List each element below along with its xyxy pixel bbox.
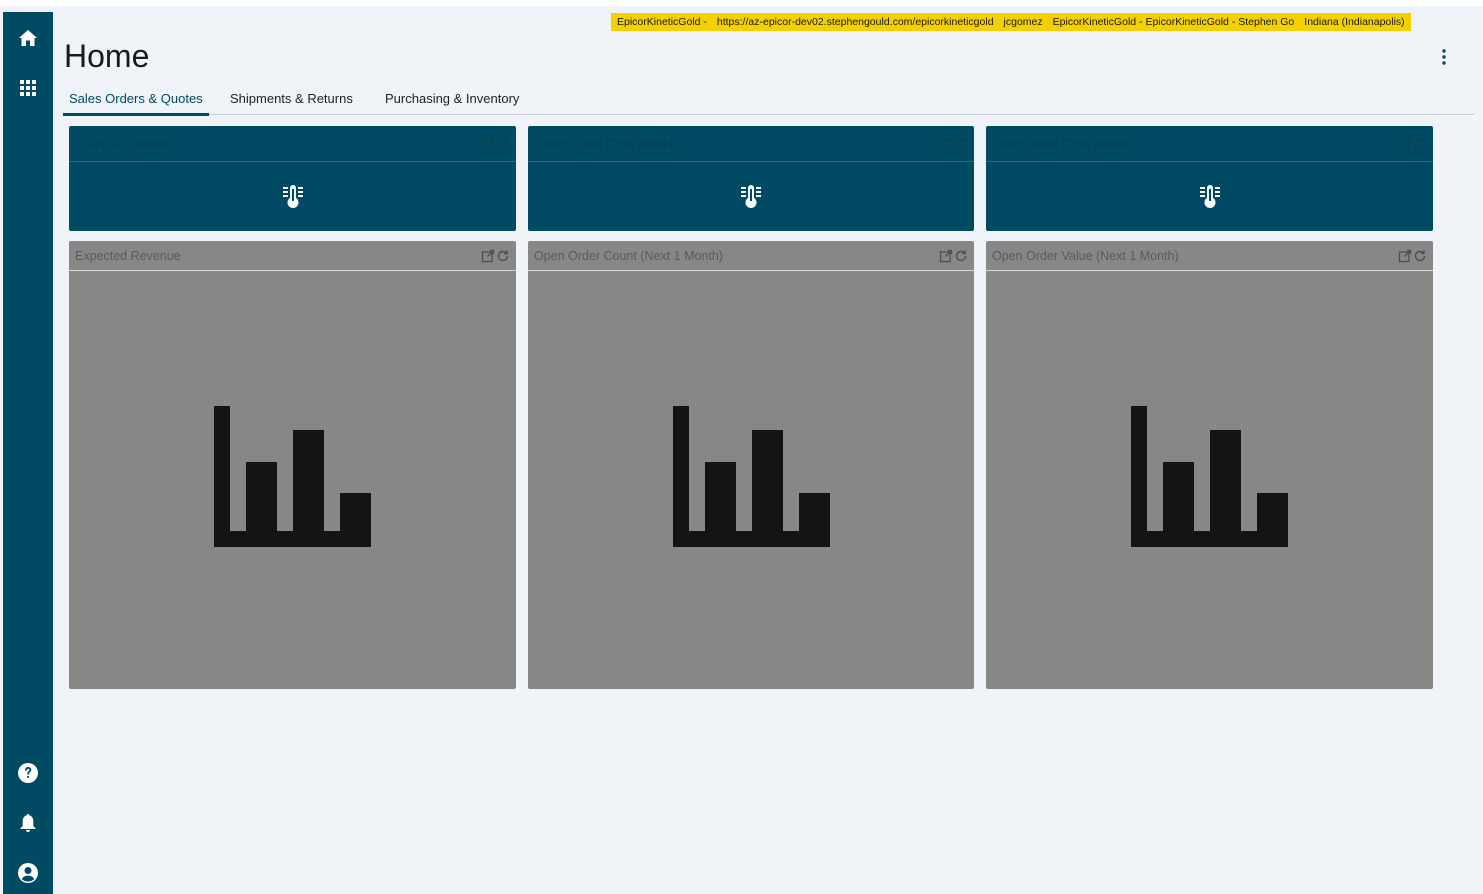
sidebar-apps-button[interactable]: [3, 68, 53, 108]
refresh-button[interactable]: [1413, 249, 1427, 263]
refresh-button[interactable]: [496, 137, 510, 151]
help-icon: [18, 763, 38, 783]
card-header: Count Of Quotes: [69, 126, 516, 162]
open-external-icon: [939, 249, 953, 262]
kpi-body: [69, 162, 516, 231]
card-header: Open Order Value (Next 1 Month): [986, 241, 1433, 271]
refresh-icon: [497, 250, 509, 261]
refresh-button[interactable]: [496, 249, 510, 263]
tab-bar: Sales Orders & Quotes Shipments & Return…: [63, 86, 1474, 116]
kpi-card-order-value-this-week: Order Value (This Week): [986, 126, 1433, 231]
sidebar-home-button[interactable]: [3, 18, 53, 58]
kpi-card-count-of-quotes: Count Of Quotes: [69, 126, 516, 231]
more-vertical-icon: [1442, 49, 1446, 65]
kpi-card-order-count-this-week: Order Count (This Week): [528, 126, 974, 231]
kpi-body: [986, 162, 1433, 231]
card-header: Order Count (This Week): [528, 126, 974, 162]
card-header: Expected Revenue: [69, 241, 516, 271]
chart-body: [986, 271, 1433, 689]
card-title: Open Order Count (Next 1 Month): [534, 248, 723, 263]
card-header: Open Order Count (Next 1 Month): [528, 241, 974, 271]
card-title: Order Count (This Week): [534, 136, 674, 151]
refresh-icon: [955, 250, 967, 261]
chart-card-open-order-value: Open Order Value (Next 1 Month): [986, 241, 1433, 689]
thermometer-icon: [282, 184, 303, 208]
app-frame: EpicorKineticGold - https://az-epicor-de…: [0, 0, 1483, 894]
open-external-button[interactable]: [481, 249, 495, 263]
card-title: Expected Revenue: [75, 248, 181, 263]
sidebar-notifications-button[interactable]: [3, 803, 53, 843]
bar-chart-placeholder-icon: [1131, 406, 1288, 547]
thermometer-icon: [1199, 184, 1220, 208]
open-external-icon: [1398, 137, 1412, 150]
environment-banner: EpicorKineticGold - https://az-epicor-de…: [611, 13, 1411, 31]
sidebar-account-button[interactable]: [3, 853, 53, 893]
chart-card-open-order-count: Open Order Count (Next 1 Month): [528, 241, 974, 689]
open-external-button[interactable]: [1398, 137, 1412, 151]
open-external-button[interactable]: [481, 137, 495, 151]
env-site: Indiana (Indianapolis): [1304, 16, 1405, 28]
open-external-icon: [481, 137, 495, 150]
open-external-icon: [481, 249, 495, 262]
card-title: Order Value (This Week): [992, 136, 1130, 151]
bell-icon: [20, 814, 36, 832]
refresh-button[interactable]: [954, 249, 968, 263]
open-external-button[interactable]: [939, 137, 953, 151]
card-title: Open Order Value (Next 1 Month): [992, 248, 1179, 263]
env-company: EpicorKineticGold - EpicorKineticGold - …: [1052, 16, 1295, 28]
kpi-body: [528, 162, 974, 231]
card-title: Count Of Quotes: [75, 136, 169, 151]
open-external-button[interactable]: [1398, 249, 1412, 263]
tab-sales-orders-quotes[interactable]: Sales Orders & Quotes: [63, 86, 209, 116]
tab-shipments-returns[interactable]: Shipments & Returns: [224, 86, 359, 116]
sidebar-help-button[interactable]: [3, 753, 53, 793]
bar-chart-placeholder-icon: [673, 406, 830, 547]
env-user: jcgomez: [1003, 16, 1043, 28]
refresh-icon: [1414, 138, 1426, 149]
refresh-button[interactable]: [954, 137, 968, 151]
tab-purchasing-inventory[interactable]: Purchasing & Inventory: [379, 86, 525, 116]
page-menu-button[interactable]: [1434, 46, 1454, 68]
chart-card-expected-revenue: Expected Revenue: [69, 241, 516, 689]
refresh-icon: [497, 138, 509, 149]
apps-grid-icon: [20, 80, 36, 96]
refresh-button[interactable]: [1413, 137, 1427, 151]
chart-body: [528, 271, 974, 689]
page-title: Home: [64, 38, 150, 74]
env-url: https://az-epicor-dev02.stephengould.com…: [716, 16, 994, 28]
thermometer-icon: [741, 184, 761, 208]
bar-chart-placeholder-icon: [214, 406, 371, 547]
open-external-icon: [939, 137, 953, 150]
refresh-icon: [955, 138, 967, 149]
open-external-icon: [1398, 249, 1412, 262]
chart-body: [69, 271, 516, 689]
env-app-name: EpicorKineticGold -: [617, 16, 707, 28]
open-external-button[interactable]: [939, 249, 953, 263]
home-icon: [19, 30, 37, 46]
refresh-icon: [1414, 250, 1426, 261]
account-icon: [18, 863, 38, 883]
sidebar: [3, 12, 53, 894]
card-header: Order Value (This Week): [986, 126, 1433, 162]
